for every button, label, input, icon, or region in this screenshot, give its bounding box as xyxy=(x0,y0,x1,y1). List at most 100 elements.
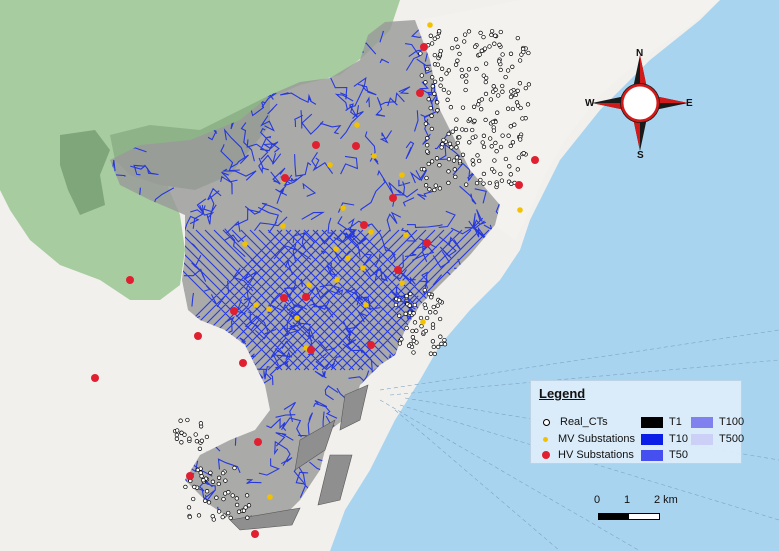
real-ct-marker xyxy=(186,505,192,510)
real-ct-marker xyxy=(429,159,435,164)
real-ct-marker xyxy=(446,180,451,186)
real-ct-marker xyxy=(518,137,523,142)
real-ct-marker xyxy=(498,144,504,150)
real-ct-marker xyxy=(498,171,503,177)
legend-item-t50: T50 xyxy=(641,449,688,461)
real-ct-marker xyxy=(424,315,430,321)
map-canvas[interactable]: N S W E Legend Real_CTs MV Substations H… xyxy=(0,0,779,551)
real-ct-marker xyxy=(445,97,450,102)
real-ct-marker xyxy=(439,145,444,150)
mv-substation-marker xyxy=(253,302,259,308)
map-svg xyxy=(0,0,779,551)
real-ct-marker xyxy=(438,48,443,54)
real-ct-marker xyxy=(484,75,489,81)
real-ct-marker xyxy=(510,106,516,112)
real-ct-marker xyxy=(437,299,443,304)
real-ct-marker xyxy=(497,42,502,47)
real-ct-marker xyxy=(505,68,511,73)
real-ct-marker xyxy=(433,310,438,315)
real-ct-marker xyxy=(480,140,485,145)
real-ct-marker xyxy=(518,105,523,111)
mv-substation-marker xyxy=(399,280,405,286)
real-ct-marker xyxy=(425,136,430,141)
real-ct-marker xyxy=(493,33,498,38)
real-ct-marker xyxy=(481,133,487,138)
scale-segment-black xyxy=(598,513,629,520)
hv-substation-marker xyxy=(302,293,310,301)
real-ct-marker xyxy=(430,325,436,331)
compass-south-label: S xyxy=(637,150,644,161)
real-ct-marker xyxy=(419,73,424,78)
real-ct-marker xyxy=(216,475,222,480)
real-ct-marker xyxy=(437,52,443,57)
real-ct-marker xyxy=(412,320,418,325)
real-ct-marker xyxy=(508,51,514,56)
real-ct-marker xyxy=(196,513,202,518)
real-ct-marker xyxy=(520,116,525,121)
real-ct-marker xyxy=(500,52,505,57)
hv-substation-marker xyxy=(186,472,194,480)
scale-segment-white xyxy=(628,513,660,520)
real-ct-marker xyxy=(441,137,446,143)
hv-substation-marker xyxy=(515,181,523,189)
real-ct-marker xyxy=(434,156,440,161)
real-ct-marker xyxy=(500,83,505,89)
real-ct-marker xyxy=(493,140,498,146)
real-ct-marker xyxy=(407,303,412,308)
real-ct-marker xyxy=(432,52,437,58)
real-ct-marker xyxy=(412,302,417,308)
real-ct-marker xyxy=(403,311,408,316)
real-ct-marker xyxy=(408,291,413,297)
real-ct-marker xyxy=(246,503,252,508)
mv-substation-marker xyxy=(360,265,366,271)
real-ct-marker xyxy=(487,44,492,49)
real-ct-marker xyxy=(494,149,499,154)
mv-substation-marker xyxy=(399,172,405,178)
real-ct-marker xyxy=(489,32,494,38)
real-ct-marker xyxy=(245,515,250,520)
scale-label-1: 1 xyxy=(624,494,631,506)
real-ct-marker xyxy=(435,100,440,105)
real-ct-marker xyxy=(419,324,424,329)
real-ct-marker xyxy=(437,29,442,34)
real-ct-marker xyxy=(462,32,468,37)
legend-label: Real_CTs xyxy=(560,416,608,428)
real-ct-marker xyxy=(489,144,494,149)
real-ct-marker xyxy=(198,470,203,475)
real-ct-marker xyxy=(500,133,505,138)
scale-bar: 0 1 2 km xyxy=(594,494,678,524)
real-ct-marker xyxy=(195,467,200,473)
legend-item-t1: T1 xyxy=(641,416,682,428)
real-ct-marker xyxy=(463,127,469,133)
real-ct-marker xyxy=(476,102,481,107)
hv-substation-marker xyxy=(416,89,424,97)
real-ct-marker xyxy=(508,94,514,100)
real-ct-marker xyxy=(423,328,428,334)
real-ct-marker xyxy=(435,303,440,308)
legend-label: MV Substations xyxy=(558,433,636,445)
real-ct-marker xyxy=(513,92,518,98)
real-ct-marker xyxy=(432,36,437,41)
real-ct-marker xyxy=(475,153,480,158)
real-ct-marker xyxy=(236,509,242,514)
real-ct-marker xyxy=(491,128,497,133)
hv-substation-marker xyxy=(239,359,247,367)
mv-substation-marker xyxy=(242,241,248,247)
real-ct-marker xyxy=(487,180,492,186)
real-ct-marker xyxy=(500,89,505,94)
real-ct-marker xyxy=(442,337,447,343)
real-ct-marker xyxy=(411,350,416,355)
real-ct-marker xyxy=(210,479,216,484)
mv-substation-symbol xyxy=(543,436,548,442)
real-ct-marker xyxy=(204,434,210,440)
real-ct-marker xyxy=(175,428,180,433)
real-ct-marker xyxy=(483,79,488,85)
real-ct-marker xyxy=(446,156,452,162)
real-ct-marker xyxy=(451,158,457,163)
real-ct-marker xyxy=(525,102,531,107)
real-ct-marker xyxy=(183,484,188,490)
real-ct-marker xyxy=(470,135,475,140)
mv-substation-marker xyxy=(280,223,286,229)
real-ct-marker xyxy=(472,118,477,123)
real-ct-marker xyxy=(192,484,197,490)
